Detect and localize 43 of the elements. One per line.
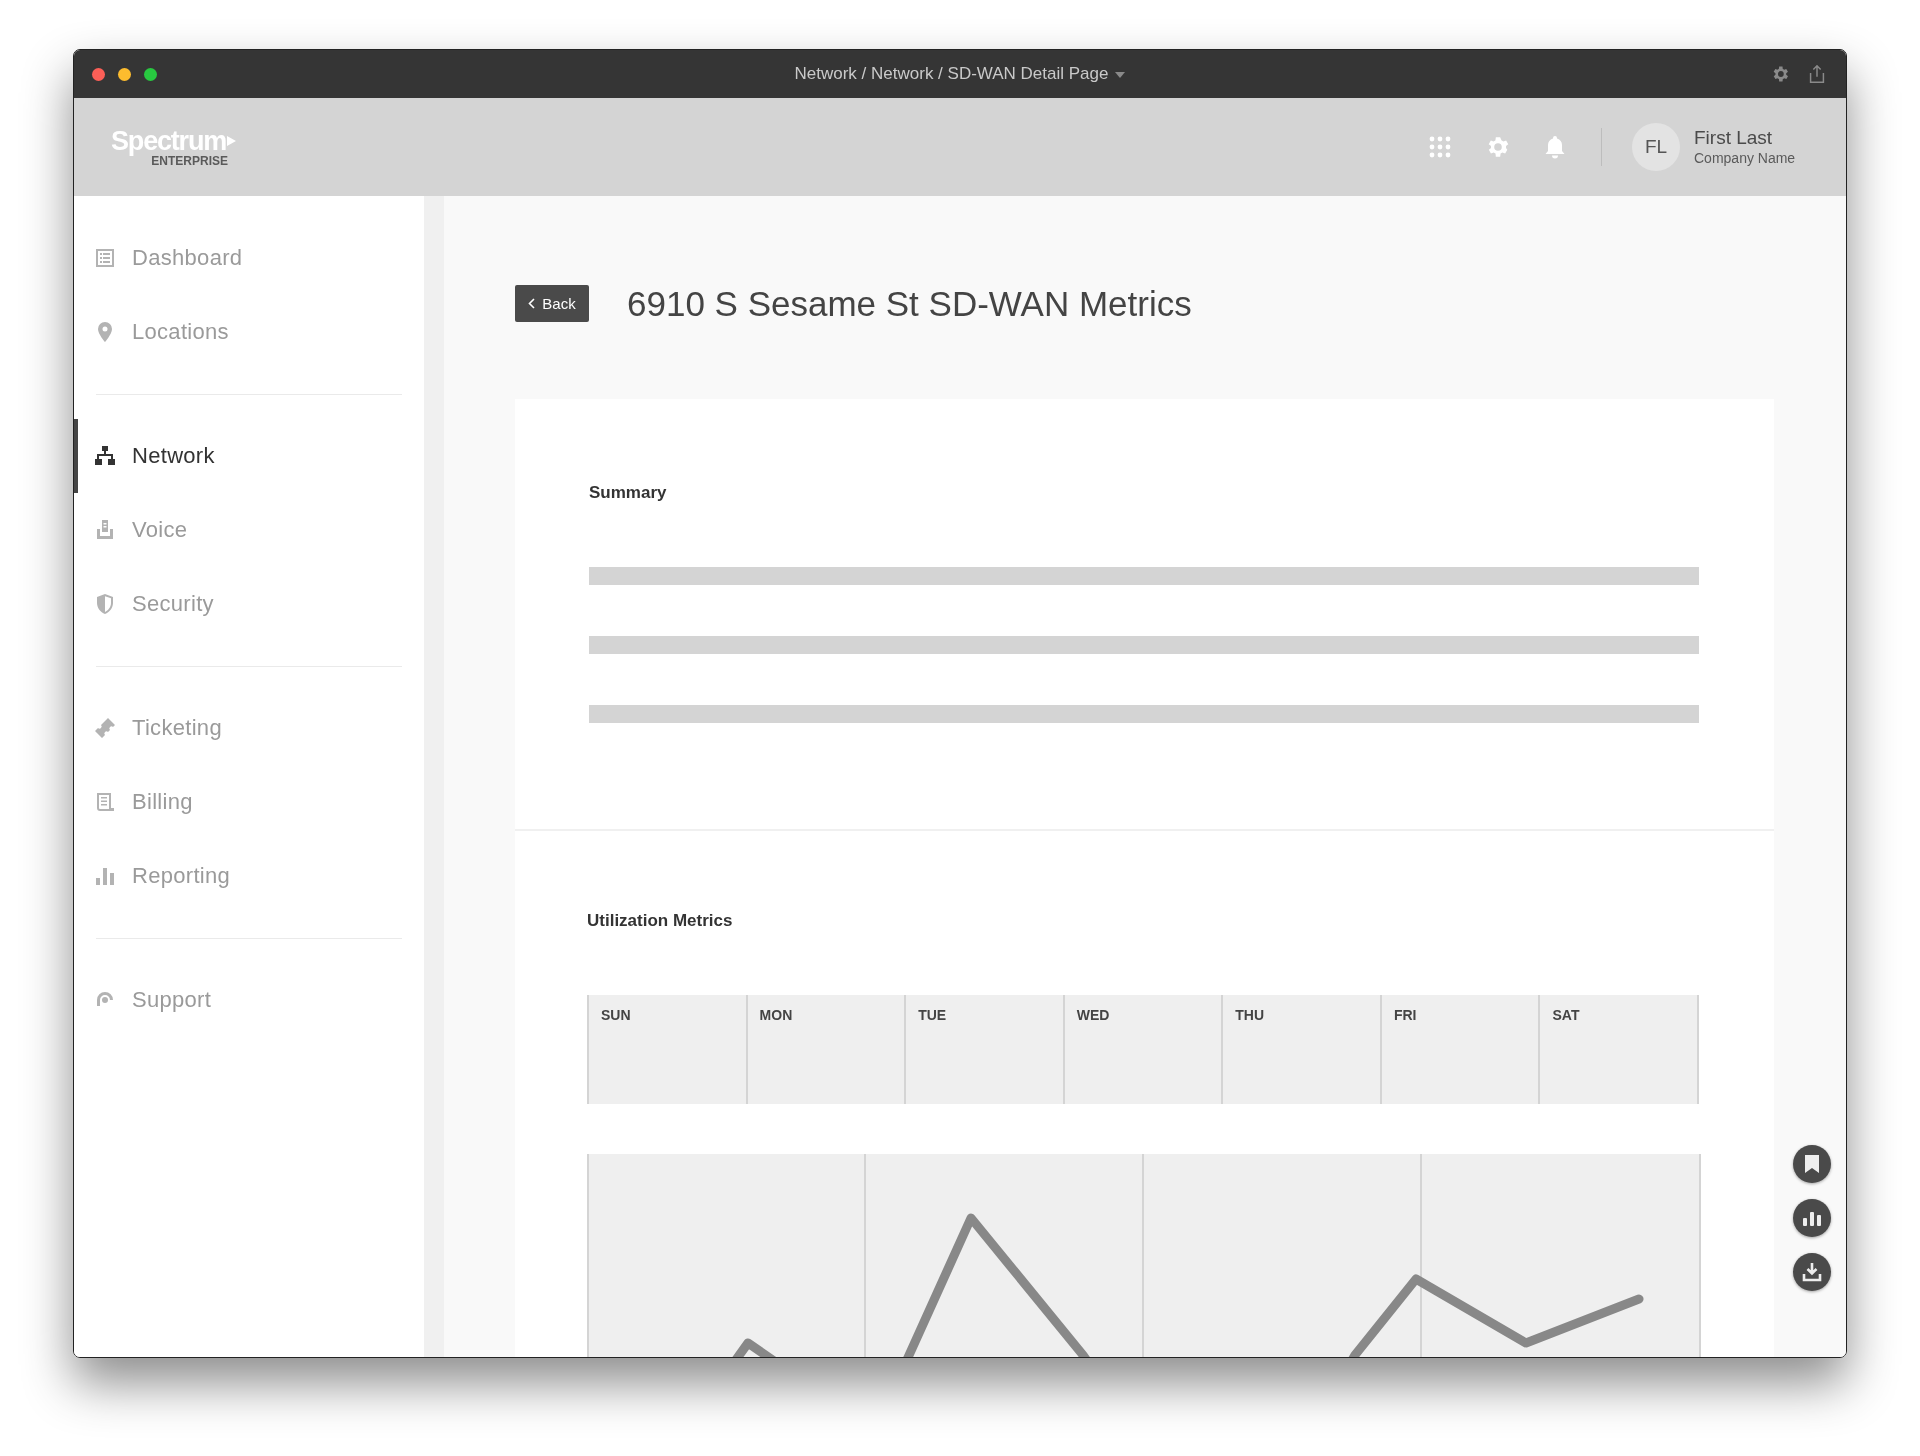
zoom-button[interactable] <box>144 67 157 81</box>
bookmark-icon <box>1805 1155 1819 1173</box>
window-title[interactable]: Network / Network / SD-WAN Detail Page <box>794 64 1109 84</box>
caret-icon <box>1115 72 1126 78</box>
sidebar-item[interactable]: Voice <box>74 493 424 567</box>
bookmark-button[interactable] <box>1793 1145 1831 1183</box>
sidebar-item[interactable]: Ticketing <box>74 691 424 765</box>
back-button[interactable]: Back <box>515 285 589 322</box>
network-icon <box>94 445 116 467</box>
sidebar-item[interactable]: Billing <box>74 765 424 839</box>
day-column-header: SAT <box>1540 995 1700 1104</box>
day-column-header: THU <box>1223 995 1382 1104</box>
ticket-icon <box>94 717 116 739</box>
chart-button[interactable] <box>1793 1199 1831 1237</box>
day-column-header: WED <box>1064 995 1224 1104</box>
sidebar-item[interactable]: Security <box>74 567 424 641</box>
sidebar-item[interactable]: Locations <box>74 295 424 369</box>
minimize-button[interactable] <box>118 67 131 81</box>
sidebar-item[interactable]: Reporting <box>74 839 424 913</box>
user-avatar[interactable]: FL <box>1632 123 1680 171</box>
day-column-header: MON <box>747 995 907 1104</box>
section-heading: Summary <box>589 483 668 503</box>
close-button[interactable] <box>92 67 105 81</box>
download-icon <box>1802 1262 1822 1282</box>
sidebar-item[interactable]: Support <box>74 963 424 1037</box>
day-column-header: FRI <box>1381 995 1541 1104</box>
bar-chart-icon <box>94 865 116 887</box>
user-name[interactable]: First Last <box>1694 127 1816 149</box>
shield-icon <box>94 593 116 615</box>
triangle-icon <box>227 135 236 146</box>
section-heading: Utilization Metrics <box>587 911 734 931</box>
list-icon <box>94 247 116 269</box>
day-column-header: SUN <box>589 995 748 1104</box>
chevron-left-icon <box>528 298 536 309</box>
download-button[interactable] <box>1793 1253 1831 1291</box>
scroll-icon <box>94 791 116 813</box>
company-name: Company Name <box>1694 149 1797 167</box>
sidebar-item[interactable]: Dashboard <box>74 221 424 295</box>
day-column-header: TUE <box>906 995 1065 1104</box>
page-title: 6910 S Sesame St SD-WAN Metrics <box>627 283 1192 324</box>
phone-icon <box>94 519 116 541</box>
bar-chart-icon <box>1803 1210 1821 1226</box>
logo-subtitle: ENTERPRISE <box>151 154 228 168</box>
